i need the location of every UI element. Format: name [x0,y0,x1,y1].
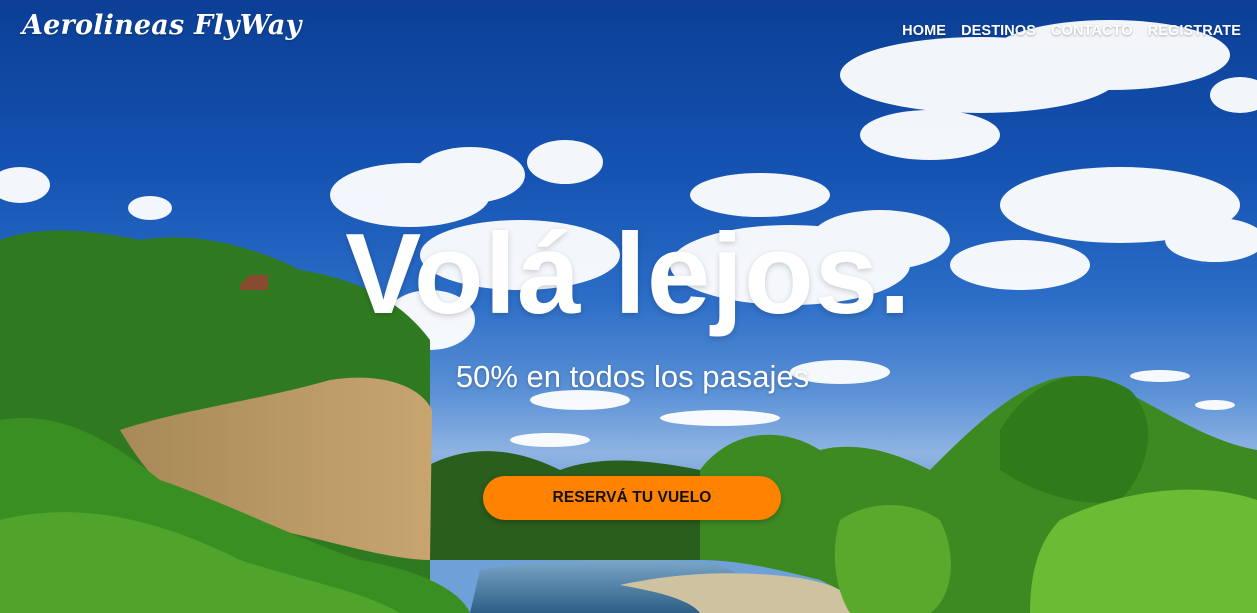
nav-destinos-link[interactable]: DESTINOS [961,23,1036,39]
book-flight-button[interactable]: RESERVÁ TU VUELO [483,476,781,520]
hero-section: Aerolineas FlyWay HOME DESTINOS CONTACTO… [0,0,1257,613]
hero-subheadline: 50% en todos los pasajes [455,359,810,394]
top-navigation: HOME DESTINOS CONTACTO REGISTRATE [902,23,1241,39]
brand-logo[interactable]: Aerolineas FlyWay [22,10,301,41]
nav-contacto-link[interactable]: CONTACTO [1051,23,1133,39]
nav-registrate-link[interactable]: REGISTRATE [1148,23,1241,39]
hero-headline: Volá lejos. [345,211,912,338]
nav-home-link[interactable]: HOME [902,23,946,39]
